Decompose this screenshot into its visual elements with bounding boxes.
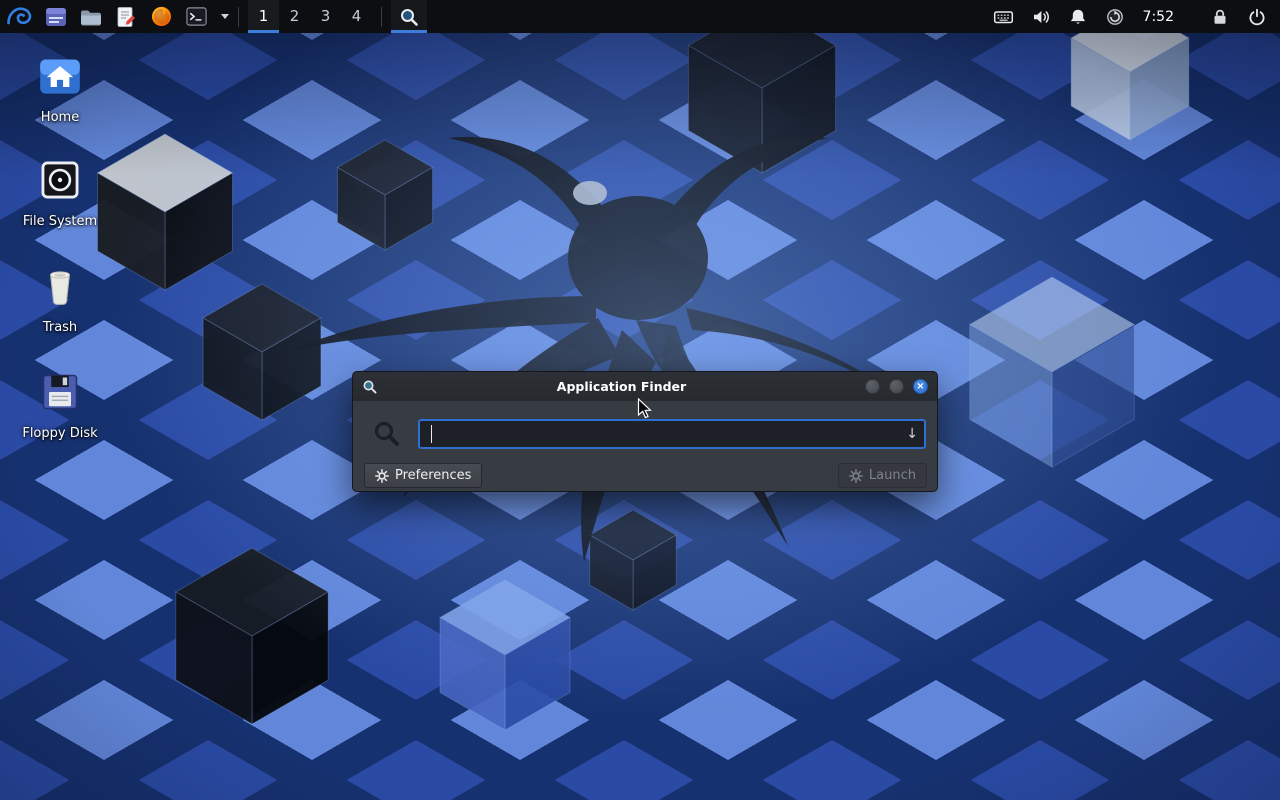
minimize-button[interactable] bbox=[865, 379, 880, 394]
clock[interactable]: 7:52 bbox=[1143, 9, 1174, 25]
kali-menu-button[interactable] bbox=[0, 0, 38, 33]
floppy-disk-icon bbox=[38, 370, 82, 414]
button-row: Preferences Launch bbox=[353, 449, 937, 488]
app-finder-task-icon bbox=[398, 6, 420, 28]
firefox-launcher[interactable] bbox=[149, 5, 173, 29]
file-system-drive-icon bbox=[38, 158, 82, 202]
workspace-button[interactable]: 2 bbox=[279, 0, 310, 33]
search-input-wrap: ↓ bbox=[418, 419, 926, 449]
power-icon bbox=[1247, 7, 1267, 27]
lock-icon bbox=[1210, 7, 1230, 27]
launch-icon bbox=[849, 469, 863, 483]
keyboard-icon bbox=[993, 7, 1014, 27]
workspace-button[interactable]: 3 bbox=[310, 0, 341, 33]
launch-button[interactable]: Launch bbox=[838, 463, 927, 488]
entry-drop-icon[interactable]: ↓ bbox=[906, 426, 918, 442]
home-folder-icon bbox=[38, 54, 82, 98]
quick-launchers bbox=[44, 5, 229, 29]
titlebar-buttons: × bbox=[865, 379, 928, 394]
notifications-icon bbox=[1068, 7, 1088, 27]
chevron-down-icon[interactable] bbox=[221, 14, 229, 19]
terminal-icon bbox=[185, 5, 208, 28]
keyboard-layout-button[interactable] bbox=[993, 5, 1015, 29]
files-app-launcher[interactable] bbox=[44, 5, 68, 29]
notifications-button[interactable] bbox=[1067, 5, 1089, 29]
desktop: 1 2 3 4 bbox=[0, 0, 1280, 800]
launch-label: Launch bbox=[869, 468, 916, 483]
workspace-switcher: 1 2 3 4 bbox=[248, 0, 372, 33]
files-app-icon bbox=[44, 5, 68, 29]
trash-icon bbox=[38, 264, 82, 308]
desktop-icon-label: File System bbox=[18, 214, 102, 229]
gear-icon bbox=[375, 469, 389, 483]
close-button[interactable]: × bbox=[913, 379, 928, 394]
workspace-button[interactable]: 1 bbox=[248, 0, 279, 33]
preferences-label: Preferences bbox=[395, 468, 471, 483]
search-input[interactable] bbox=[418, 419, 926, 449]
terminal-launcher[interactable] bbox=[184, 5, 208, 29]
maximize-button[interactable] bbox=[889, 379, 904, 394]
volume-button[interactable] bbox=[1030, 5, 1052, 29]
desktop-icon-label: Home bbox=[18, 110, 102, 125]
file-manager-launcher[interactable] bbox=[79, 5, 103, 29]
application-finder-window: Application Finder × ↓ bbox=[352, 371, 938, 492]
volume-icon bbox=[1031, 7, 1051, 27]
top-panel: 1 2 3 4 bbox=[0, 0, 1280, 33]
window-menu-icon[interactable] bbox=[362, 379, 378, 395]
desktop-icon-label: Trash bbox=[18, 320, 102, 335]
search-icon bbox=[373, 420, 401, 448]
taskbar-item-application-finder[interactable] bbox=[391, 0, 427, 33]
window-title: Application Finder bbox=[378, 379, 865, 394]
lock-screen-button[interactable] bbox=[1209, 5, 1231, 29]
updates-icon bbox=[1105, 7, 1125, 27]
logout-button[interactable] bbox=[1246, 5, 1268, 29]
search-row: ↓ bbox=[353, 401, 937, 449]
titlebar[interactable]: Application Finder × bbox=[353, 372, 937, 401]
firefox-icon bbox=[150, 5, 173, 28]
panel-separator bbox=[381, 7, 382, 27]
desktop-icon-trash[interactable]: Trash bbox=[18, 264, 102, 335]
text-caret bbox=[431, 425, 432, 443]
text-editor-launcher[interactable] bbox=[114, 5, 138, 29]
desktop-icon-file-system[interactable]: File System bbox=[18, 158, 102, 229]
kali-menu-icon bbox=[6, 4, 32, 30]
panel-tray: 7:52 bbox=[993, 5, 1268, 29]
panel-separator bbox=[238, 7, 239, 27]
workspace-button[interactable]: 4 bbox=[341, 0, 372, 33]
desktop-icon-floppy-disk[interactable]: Floppy Disk bbox=[18, 370, 102, 441]
desktop-icon-label: Floppy Disk bbox=[18, 426, 102, 441]
file-manager-icon bbox=[79, 5, 103, 29]
preferences-button[interactable]: Preferences bbox=[364, 463, 482, 488]
text-editor-icon bbox=[114, 5, 138, 29]
desktop-icon-home[interactable]: Home bbox=[18, 54, 102, 125]
updates-button[interactable] bbox=[1104, 5, 1126, 29]
